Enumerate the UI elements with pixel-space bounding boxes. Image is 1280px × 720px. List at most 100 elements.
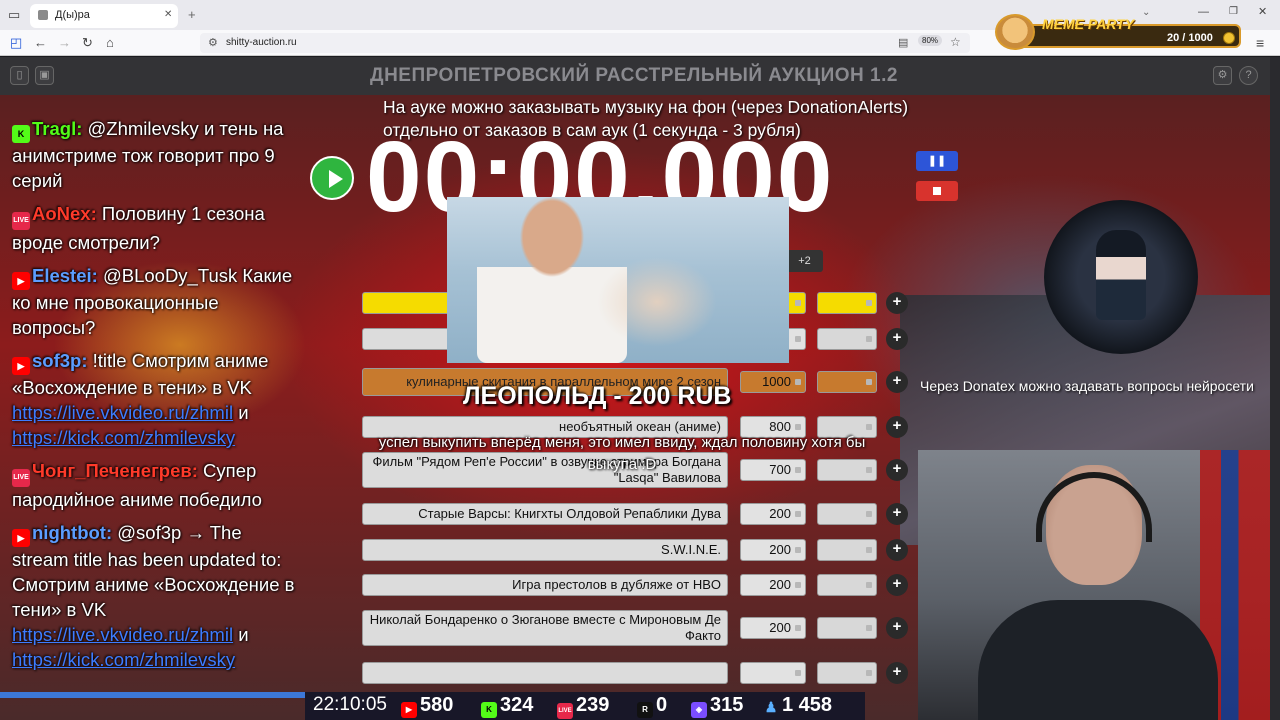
chat-link[interactable]: https://kick.com/zhmilevsky xyxy=(12,427,235,448)
live-icon: LIVE xyxy=(557,703,573,719)
youtube-icon: ▶ xyxy=(401,702,417,718)
new-tab-button[interactable]: + xyxy=(188,8,196,21)
favicon-icon xyxy=(38,10,48,20)
donation-title: ЛЕОПОЛЬД - 200 RUB xyxy=(463,382,732,410)
site-info-icon[interactable]: ⚙ xyxy=(208,36,218,49)
ai-avatar xyxy=(1044,200,1198,354)
chat-message: LIVE AoNex: Половину 1 сезона вроде смотр… xyxy=(12,201,302,255)
live-icon: LIVE xyxy=(12,469,30,487)
reload-icon[interactable]: ↻ xyxy=(82,36,93,49)
zoom-level[interactable]: 80% xyxy=(918,35,943,46)
lot-amount-field[interactable]: 200 xyxy=(740,539,806,561)
lot-add-amount-field[interactable] xyxy=(817,328,877,350)
lot-name-field[interactable]: S.W.I.N.E. xyxy=(362,539,728,561)
chat-link[interactable]: https://live.vkvideo.ru/zhmil xyxy=(12,402,233,423)
youtube-icon: ▶ xyxy=(12,357,30,375)
chat-username[interactable]: sof3p: xyxy=(32,350,88,371)
live-viewers: 239 xyxy=(576,694,610,716)
lot-add-amount-field[interactable] xyxy=(817,371,877,393)
lot-add-amount-field[interactable] xyxy=(817,662,877,684)
total-count: ♟ 1 458 xyxy=(763,694,832,717)
lot-amount-field[interactable] xyxy=(740,662,806,684)
tab-close-icon[interactable]: ✕ xyxy=(164,9,172,20)
video-arm xyxy=(597,257,717,347)
browser-tab[interactable]: Д(ы)ра ✕ xyxy=(30,4,178,28)
lot-amount-field[interactable]: 200 xyxy=(740,503,806,525)
lot-name-field[interactable] xyxy=(362,662,728,684)
kick-icon: K xyxy=(12,125,30,143)
lot-add-amount-field[interactable] xyxy=(817,617,877,639)
tab-list-icon[interactable]: ▭ xyxy=(8,8,20,21)
play-button[interactable] xyxy=(310,156,354,200)
donation-video xyxy=(447,197,789,363)
meme-party-title: MEME PARTY xyxy=(1042,16,1135,32)
bookmark-star-icon[interactable]: ☆ xyxy=(950,35,961,49)
lot-name-field[interactable]: Николай Бондаренко о Зюганове вместе с М… xyxy=(362,610,728,646)
scrollbar[interactable] xyxy=(1270,57,1280,720)
lot-amount-field[interactable]: 200 xyxy=(740,617,806,639)
chat-username[interactable]: Чонг_Печенегрев: xyxy=(32,460,198,481)
lot-add-amount-field[interactable] xyxy=(817,292,877,314)
doge-icon xyxy=(995,14,1035,50)
lot-add-button[interactable]: + xyxy=(886,459,908,481)
back-arrow-icon[interactable]: ← xyxy=(34,36,47,49)
chat-link[interactable]: https://kick.com/zhmilevsky xyxy=(12,649,235,670)
lot-add-amount-field[interactable] xyxy=(817,539,877,561)
settings-gear-icon[interactable]: ⚙ xyxy=(1213,66,1232,85)
youtube-icon: ▶ xyxy=(12,529,30,547)
lot-name-field[interactable]: Старые Варсы: Книгхты Олдовой Репаблики … xyxy=(362,503,728,525)
chat-username[interactable]: Tragl: xyxy=(32,118,82,139)
close-window-button[interactable]: ✕ xyxy=(1258,7,1267,18)
total-viewers: 1 458 xyxy=(782,694,833,716)
lot-amount-field[interactable]: 1000 xyxy=(740,371,806,393)
lot-add-button[interactable]: + xyxy=(886,292,908,314)
twitch-count: ◈ 315 xyxy=(691,694,743,718)
lot-add-button[interactable]: + xyxy=(886,328,908,350)
chat-message: ▶ Elestei: @BLooDy_Tusk Какие ко мне пров… xyxy=(12,263,302,340)
chat-username[interactable]: nightbot: xyxy=(32,522,112,543)
donatex-notice: Через Donatex можно задавать вопросы ней… xyxy=(920,378,1254,394)
lot-add-button[interactable]: + xyxy=(886,416,908,438)
menu-icon[interactable]: ≡ xyxy=(1256,36,1264,50)
kick-viewers: 324 xyxy=(500,694,534,716)
lot-add-button[interactable]: + xyxy=(886,503,908,525)
youtube-count: ▶ 580 xyxy=(401,694,453,718)
r-count: R0 xyxy=(637,694,667,718)
forward-arrow-icon[interactable]: → xyxy=(58,36,71,49)
pause-button[interactable]: ❚❚ xyxy=(916,151,958,171)
kick-icon: K xyxy=(481,702,497,718)
live-count: LIVE 239 xyxy=(557,694,609,719)
lot-name-field[interactable]: Игра престолов в дубляже от HBO xyxy=(362,574,728,596)
stop-button[interactable] xyxy=(916,181,958,201)
url-field[interactable]: ⚙ shitty-auction.ru ▤ 80% ☆ xyxy=(200,33,970,53)
lot-amount-field[interactable]: 200 xyxy=(740,574,806,596)
lot-add-button[interactable]: + xyxy=(886,371,908,393)
chat-overlay: K Tragl: @Zhmilevsky и тень на анимстриме… xyxy=(12,116,302,680)
chat-username[interactable]: Elestei: xyxy=(32,265,98,286)
reader-view-icon[interactable]: ▤ xyxy=(898,36,908,49)
streamer-body xyxy=(978,600,1218,720)
chat-text: и xyxy=(233,624,249,645)
user-icon: ♟ xyxy=(764,699,778,715)
r-viewers: 0 xyxy=(656,694,668,716)
extra-lots-badge[interactable]: +2 xyxy=(786,250,823,272)
clock: 22:10:05 xyxy=(313,694,387,715)
sidebar-icon[interactable]: ◰ xyxy=(10,36,22,49)
youtube-viewers: 580 xyxy=(420,694,454,716)
chat-message: ▶ sof3p: !title Смотрим аниме «Восхождени… xyxy=(12,348,302,450)
lot-add-button[interactable]: + xyxy=(886,539,908,561)
home-icon[interactable]: ⌂ xyxy=(106,36,114,49)
chat-text: и xyxy=(233,402,249,423)
youtube-icon: ▶ xyxy=(12,272,30,290)
chat-username[interactable]: AoNex: xyxy=(32,203,97,224)
lot-add-amount-field[interactable] xyxy=(817,503,877,525)
coin-icon xyxy=(1223,32,1235,44)
chat-message: ▶ nightbot: @sof3p → The stream title has… xyxy=(12,520,302,672)
chat-link[interactable]: https://live.vkvideo.ru/zhmil xyxy=(12,624,233,645)
help-icon[interactable]: ? xyxy=(1239,66,1258,85)
lot-add-amount-field[interactable] xyxy=(817,574,877,596)
lot-add-button[interactable]: + xyxy=(886,662,908,684)
lot-add-button[interactable]: + xyxy=(886,574,908,596)
lot-add-button[interactable]: + xyxy=(886,617,908,639)
donation-message: успел выкупить вперёд меня, это имел вви… xyxy=(378,434,866,473)
